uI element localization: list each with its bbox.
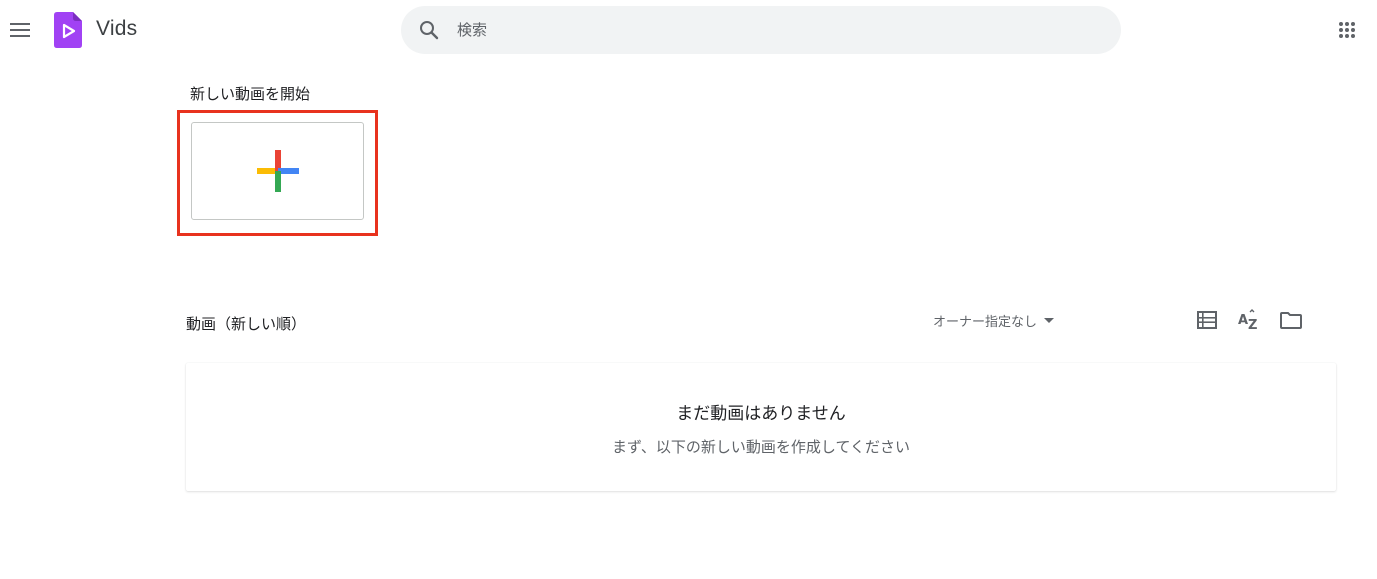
google-apps-button[interactable] [1333, 16, 1361, 44]
empty-state-subtitle: まず、以下の新しい動画を作成してください [611, 438, 911, 456]
search-bar[interactable] [401, 6, 1121, 54]
search-input[interactable] [457, 6, 1097, 54]
search-icon[interactable] [417, 18, 441, 42]
videos-list-heading: 動画（新しい順） [186, 315, 307, 333]
sort-az-icon: A Z [1238, 309, 1257, 331]
new-video-button[interactable] [191, 122, 364, 220]
vids-logo-icon[interactable] [54, 12, 82, 48]
folder-icon [1280, 312, 1302, 329]
svg-text:Z: Z [1248, 318, 1257, 331]
plus-icon [257, 150, 299, 192]
apps-grid-icon [1339, 22, 1355, 38]
empty-state-title: まだ動画はありません [676, 404, 846, 424]
list-view-icon [1197, 311, 1217, 329]
app-name[interactable]: Vids [96, 17, 137, 41]
app-header: Vids [0, 0, 1377, 60]
file-picker-button[interactable] [1279, 308, 1303, 332]
owner-filter-dropdown[interactable]: オーナー指定なし [933, 310, 1055, 330]
main-menu-button[interactable] [4, 10, 36, 50]
svg-text:A: A [1238, 313, 1248, 328]
owner-filter-label: オーナー指定なし [933, 314, 1038, 330]
start-new-video-heading: 新しい動画を開始 [190, 85, 311, 103]
hamburger-menu-icon [10, 23, 30, 37]
sort-options-button[interactable]: A Z [1237, 308, 1261, 332]
list-view-button[interactable] [1195, 308, 1219, 332]
dropdown-arrow-icon [1044, 318, 1055, 323]
empty-state-card: まだ動画はありません まず、以下の新しい動画を作成してください [186, 363, 1336, 491]
